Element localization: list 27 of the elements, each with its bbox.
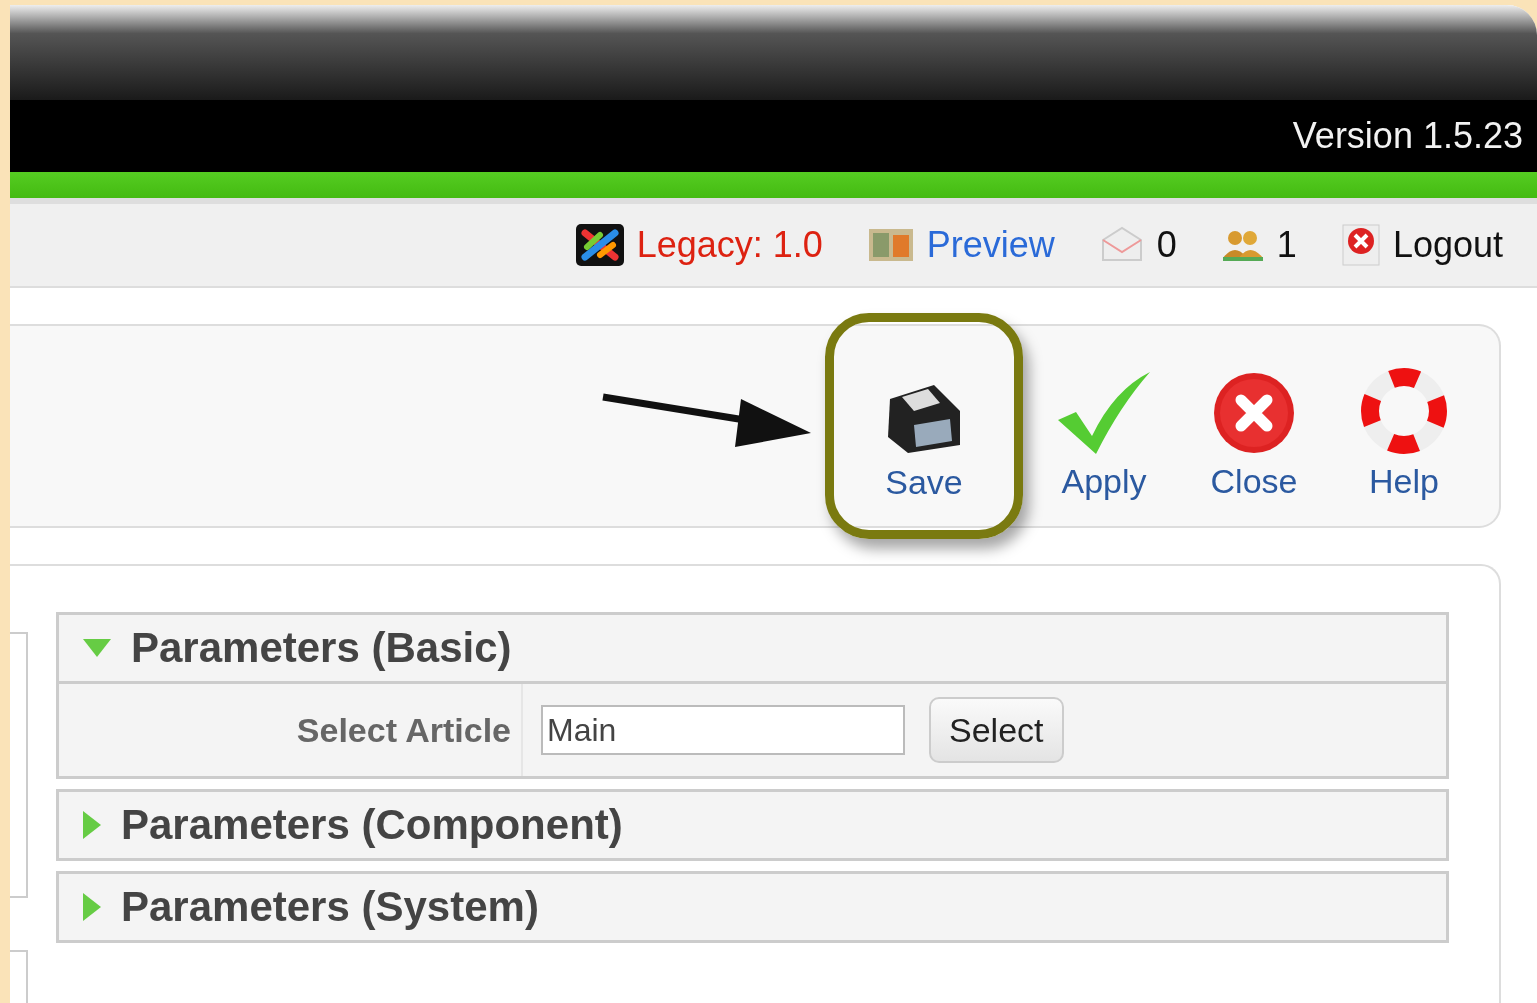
save-button[interactable]: Save bbox=[825, 313, 1023, 539]
panel-header[interactable]: Parameters (System) bbox=[59, 874, 1446, 940]
collapsed-triangle-icon bbox=[83, 811, 101, 839]
close-button[interactable]: Close bbox=[1179, 351, 1329, 501]
status-count: 0 bbox=[1156, 224, 1177, 266]
collapsed-triangle-icon bbox=[83, 893, 101, 921]
field-label: Select Article bbox=[59, 684, 523, 776]
help-button[interactable]: Help bbox=[1329, 351, 1479, 501]
close-icon bbox=[1211, 370, 1297, 456]
panel-title: Parameters (System) bbox=[121, 883, 539, 931]
logout-icon bbox=[1340, 223, 1381, 267]
lifebuoy-icon bbox=[1359, 366, 1449, 456]
panel-title: Parameters (Component) bbox=[121, 801, 623, 849]
article-input-field[interactable]: Main bbox=[541, 705, 905, 755]
expanded-triangle-icon bbox=[83, 639, 111, 657]
panel-title: Parameters (Basic) bbox=[131, 624, 512, 672]
status-link[interactable]: Preview bbox=[926, 224, 1055, 266]
picture-icon bbox=[866, 227, 915, 263]
apply-button[interactable]: Apply bbox=[1029, 351, 1179, 501]
status-count: 1 bbox=[1276, 224, 1297, 266]
panel-header[interactable]: Parameters (Component) bbox=[59, 792, 1446, 858]
users-icon bbox=[1220, 228, 1265, 262]
status-link[interactable]: Logout bbox=[1392, 224, 1503, 266]
status-link[interactable]: Legacy: 1.0 bbox=[636, 224, 823, 266]
select-button[interactable]: Select bbox=[929, 697, 1064, 763]
version-text: Version 1.5.23 bbox=[1292, 115, 1523, 157]
panel-header[interactable]: Parameters (Basic) bbox=[59, 615, 1446, 681]
